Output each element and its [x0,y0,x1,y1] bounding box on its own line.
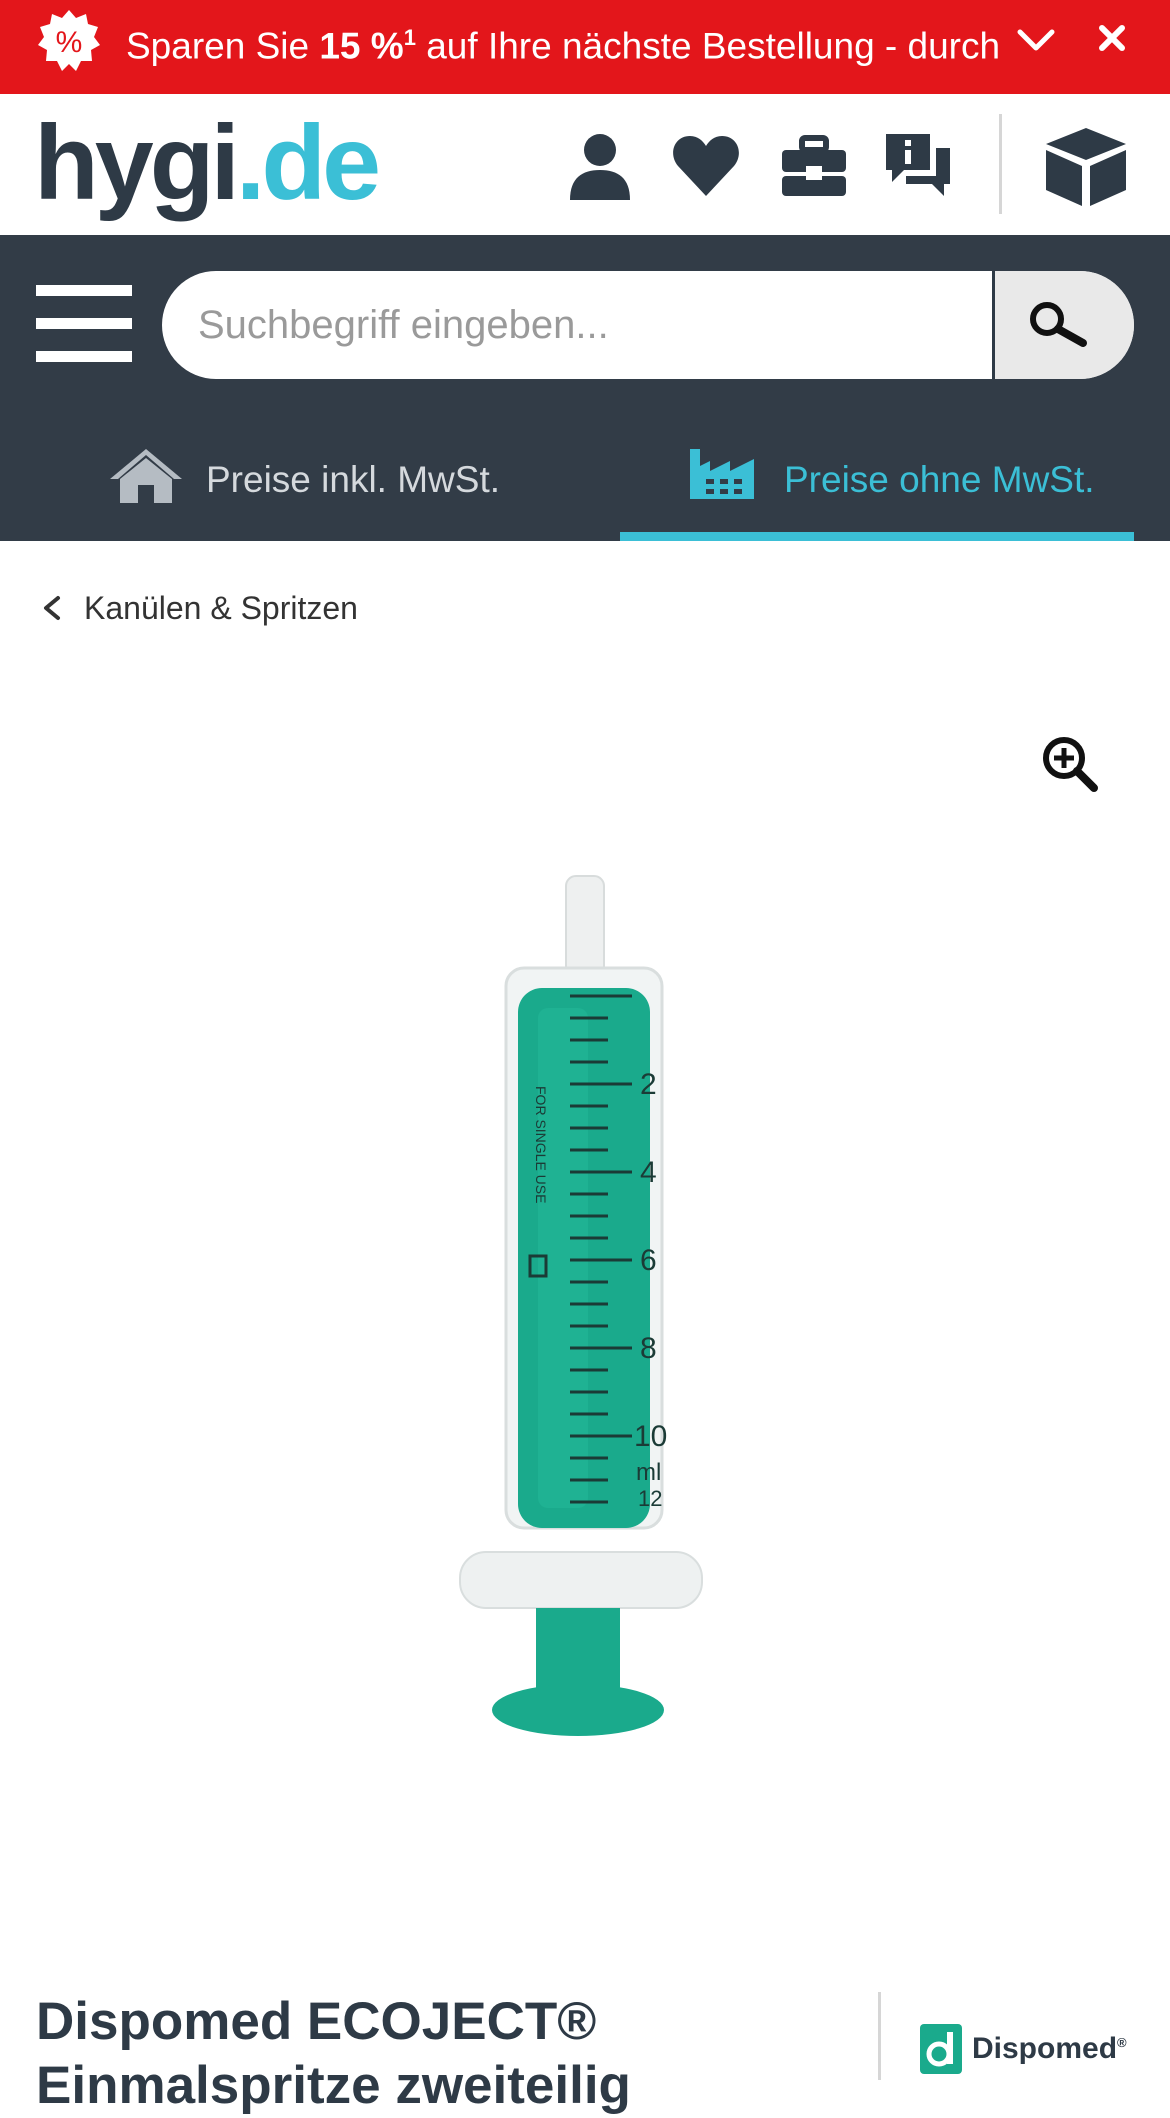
home-icon [110,449,182,503]
brand-logo[interactable]: Dispomed® [920,2024,1127,2074]
tab-prices-excl-vat[interactable]: Preise ohne MwSt. [620,425,1134,541]
toolbox-icon[interactable] [778,130,850,202]
svg-text:4: 4 [640,1156,657,1189]
factory-icon [690,449,754,499]
active-tab-indicator [620,532,1134,541]
search-button[interactable] [992,271,1134,379]
heart-icon[interactable] [670,130,742,202]
svg-text:FOR SINGLE USE: FOR SINGLE USE [533,1086,549,1203]
product-image[interactable]: 2 4 6 8 10 ml 12 FOR SINGLE USE [440,868,730,1748]
svg-text:ml: ml [636,1459,661,1486]
chevron-down-icon[interactable] [1016,22,1056,56]
percent-badge-icon: % [38,10,100,71]
site-header: hygi.de [0,94,1170,235]
product-title-area: Dispomed ECOJECT® Einmalspritze zweiteil… [36,1990,866,2118]
tab-label: Preise ohne MwSt. [784,459,1095,500]
header-divider [999,114,1002,214]
search-icon [1030,302,1087,347]
close-icon[interactable] [1092,18,1132,58]
breadcrumb[interactable]: Kanülen & Spritzen [40,586,358,630]
tab-prices-incl-vat[interactable]: Preise inkl. MwSt. [0,425,620,541]
tab-label: Preise inkl. MwSt. [206,459,501,500]
breadcrumb-label: Kanülen & Spritzen [84,589,358,626]
promo-text[interactable]: Sparen Sie 15 %1 auf Ihre nächste Bestel… [126,0,1006,76]
brand-logo-icon [920,2024,962,2074]
svg-text:12: 12 [638,1486,662,1511]
promo-banner[interactable]: % Sparen Sie 15 %1 auf Ihre nächste Best… [0,0,1170,94]
svg-text:8: 8 [640,1332,657,1365]
search-bar [162,271,1134,379]
user-icon[interactable] [564,130,636,202]
chevron-left-icon [44,596,60,620]
svg-text:10: 10 [634,1420,667,1453]
svg-text:2: 2 [640,1068,657,1101]
zoom-in-icon[interactable] [1040,734,1100,794]
site-logo[interactable]: hygi.de [34,108,381,218]
box-icon[interactable] [1042,124,1130,208]
product-title: Dispomed ECOJECT® Einmalspritze zweiteil… [36,1992,631,2115]
svg-text:6: 6 [640,1244,657,1277]
menu-icon[interactable] [36,285,132,365]
title-divider [878,1992,881,2080]
svg-text:%: % [56,26,83,59]
brand-name: Dispomed® [972,2032,1127,2065]
search-input[interactable] [162,271,992,379]
chat-icon[interactable] [882,130,954,202]
navigation-bar: Preise inkl. MwSt. Preise ohne MwSt. [0,235,1170,541]
